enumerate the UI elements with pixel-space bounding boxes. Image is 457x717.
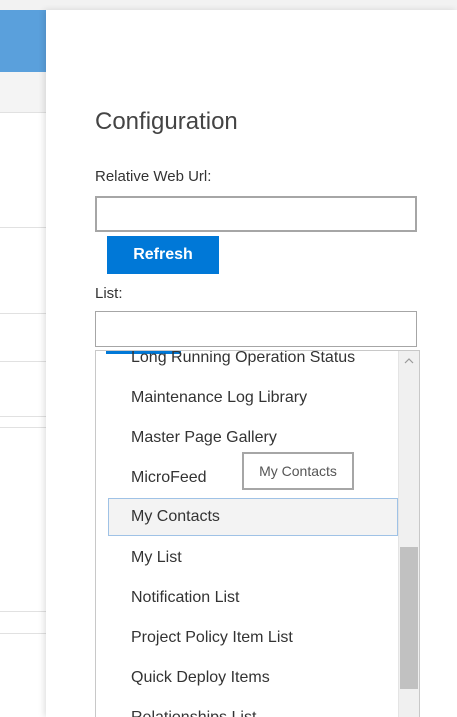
dropdown-item[interactable]: Notification List [108,579,398,617]
dropdown-item[interactable]: Relationships List [108,699,398,717]
dropdown-item[interactable]: Quick Deploy Items [108,659,398,697]
list-dropdown[interactable]: Long Running Operation Status Maintenanc… [95,350,420,717]
refresh-button[interactable]: Refresh [107,236,219,274]
relative-web-url-input[interactable] [95,196,417,232]
dropdown-scrollbar[interactable] [398,351,419,717]
background-divider [0,361,46,362]
configuration-panel: Configuration Relative Web Url: Refresh … [46,10,457,717]
background-divider [0,611,46,612]
dropdown-item[interactable]: My List [108,539,398,577]
background-header-bar [0,10,46,72]
window-top-strip [0,0,457,10]
dropdown-item[interactable]: Maintenance Log Library [108,379,398,417]
list-input[interactable] [95,311,417,347]
hover-tooltip: My Contacts [242,452,354,490]
background-toolbar-band [0,72,46,113]
background-divider [0,633,46,634]
background-page [0,10,47,717]
background-divider [0,227,46,228]
list-label: List: [95,285,123,302]
background-divider [0,416,46,417]
background-divider [0,427,46,428]
chevron-up-icon[interactable] [399,351,419,371]
dropdown-item-hovered[interactable]: My Contacts [108,498,398,536]
panel-title: Configuration [95,108,238,135]
dropdown-item[interactable]: Long Running Operation Status [108,351,398,377]
relative-web-url-label: Relative Web Url: [95,168,212,185]
background-divider [0,313,46,314]
scrollbar-thumb[interactable] [400,547,418,689]
dropdown-item[interactable]: Project Policy Item List [108,619,398,657]
